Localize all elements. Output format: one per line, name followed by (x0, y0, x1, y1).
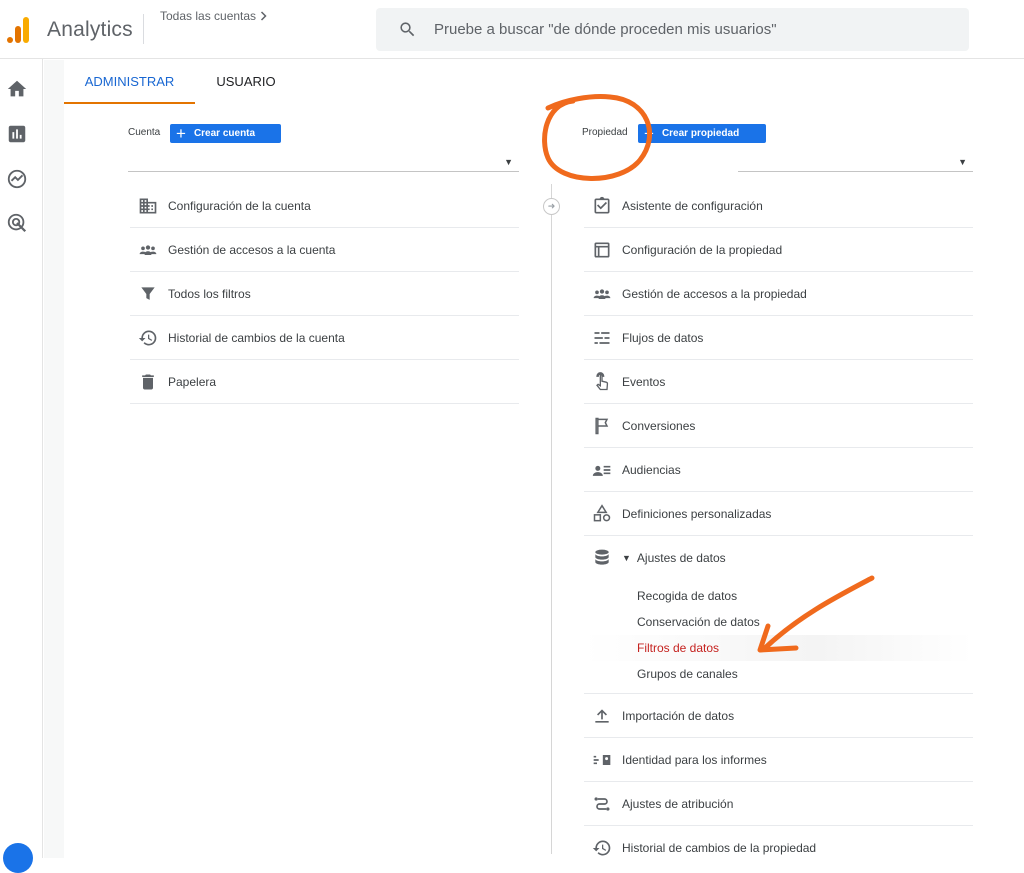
property-settings-item[interactable]: Configuración de la propiedad (584, 228, 973, 272)
account-selector[interactable]: ▼ (128, 152, 519, 172)
people-icon (136, 238, 160, 262)
create-property-button[interactable]: + Crear propiedad (638, 124, 766, 143)
data-settings-item[interactable]: ▼ Ajustes de datos (584, 536, 973, 580)
history-icon (136, 326, 160, 350)
database-icon (590, 546, 614, 570)
plus-icon: + (644, 124, 654, 143)
property-access-label: Gestión de accesos a la propiedad (622, 286, 807, 301)
data-import-item[interactable]: Importación de datos (584, 694, 973, 738)
attribution-settings-item[interactable]: Ajustes de atribución (584, 782, 973, 826)
tab-user[interactable]: USUARIO (195, 60, 297, 104)
data-filters-item[interactable]: Filtros de datos (584, 635, 973, 661)
building-icon (136, 194, 160, 218)
trash-item[interactable]: Papelera (130, 360, 519, 404)
setup-assistant-label: Asistente de configuración (622, 198, 763, 213)
chevron-right-icon (261, 11, 267, 21)
advertising-icon[interactable] (6, 212, 28, 234)
all-filters-label: Todos los filtros (168, 286, 251, 301)
property-history-item[interactable]: Historial de cambios de la propiedad (584, 826, 973, 870)
events-item[interactable]: Eventos (584, 360, 973, 404)
account-settings-label: Configuración de la cuenta (168, 198, 311, 213)
plus-icon: + (176, 124, 186, 143)
filter-icon (136, 282, 160, 306)
account-label: Cuenta (128, 127, 161, 138)
flag-icon (590, 414, 614, 438)
attribution-settings-label: Ajustes de atribución (622, 796, 734, 811)
touch-icon (590, 370, 614, 394)
property-selector[interactable]: ▼ (738, 152, 973, 172)
property-settings-label: Configuración de la propiedad (622, 242, 783, 257)
explore-icon[interactable] (6, 168, 28, 190)
column-divider (551, 184, 552, 854)
property-access-item[interactable]: Gestión de accesos a la propiedad (584, 272, 973, 316)
expand-triangle-icon: ▼ (622, 553, 631, 563)
account-history-label: Historial de cambios de la cuenta (168, 330, 345, 345)
setup-assistant-item[interactable]: Asistente de configuración (584, 184, 973, 228)
dropdown-arrow-icon: ▼ (958, 157, 967, 167)
trash-icon (136, 370, 160, 394)
identity-icon (590, 748, 614, 772)
create-account-button[interactable]: + Crear cuenta (170, 124, 281, 143)
account-history-item[interactable]: Historial de cambios de la cuenta (130, 316, 519, 360)
custom-definitions-label: Definiciones personalizadas (622, 506, 772, 521)
create-account-label: Crear cuenta (193, 128, 256, 139)
data-settings-label-wrap: ▼ Ajustes de datos (622, 551, 726, 565)
data-streams-label: Flujos de datos (622, 330, 704, 345)
audiences-item[interactable]: Audiencias (584, 448, 973, 492)
create-property-label: Crear propiedad (661, 128, 740, 139)
home-icon[interactable] (6, 78, 28, 100)
tab-bar: ADMINISTRAR USUARIO (64, 60, 297, 104)
streams-icon (590, 326, 614, 350)
channel-groups-item[interactable]: Grupos de canales (584, 661, 973, 687)
all-filters-item[interactable]: Todos los filtros (130, 272, 519, 316)
accounts-breadcrumb-label: Todas las cuentas (160, 9, 257, 23)
custom-definitions-item[interactable]: Definiciones personalizadas (584, 492, 973, 536)
analytics-logo-icon[interactable] (6, 16, 30, 44)
audience-icon (590, 458, 614, 482)
data-settings-submenu: Recogida de datos Conservación de datos … (584, 580, 973, 694)
conversions-label: Conversiones (622, 418, 696, 433)
search-bar[interactable] (376, 8, 969, 51)
account-settings-item[interactable]: Configuración de la cuenta (130, 184, 519, 228)
people-icon (590, 282, 614, 306)
account-settings-list: Configuración de la cuenta Gestión de ac… (130, 184, 519, 404)
top-bar: Analytics Todas las cuentas (0, 0, 1024, 59)
conversions-item[interactable]: Conversiones (584, 404, 973, 448)
accounts-breadcrumb[interactable]: Todas las cuentas (160, 9, 268, 23)
property-label: Propiedad (582, 127, 628, 138)
history-icon (590, 836, 614, 860)
layout-icon (590, 238, 614, 262)
data-collection-item[interactable]: Recogida de datos (584, 583, 973, 609)
checklist-icon (590, 194, 614, 218)
dropdown-arrow-icon: ▼ (504, 157, 513, 167)
arrow-right-icon: ➜ (543, 198, 560, 215)
events-label: Eventos (622, 374, 666, 389)
data-settings-label: Ajustes de datos (636, 551, 726, 565)
property-settings-list: Asistente de configuración Configuración… (584, 184, 973, 870)
search-icon (400, 22, 415, 37)
left-nav (0, 59, 43, 858)
trash-label: Papelera (168, 374, 217, 389)
search-input[interactable] (434, 8, 954, 51)
account-access-item[interactable]: Gestión de accesos a la cuenta (130, 228, 519, 272)
admin-gear-icon[interactable] (3, 843, 33, 873)
shapes-icon (590, 502, 614, 526)
upload-icon (590, 704, 614, 728)
data-retention-item[interactable]: Conservación de datos (584, 609, 973, 635)
data-streams-item[interactable]: Flujos de datos (584, 316, 973, 360)
data-import-label: Importación de datos (622, 708, 735, 723)
property-history-label: Historial de cambios de la propiedad (622, 841, 817, 855)
reports-icon[interactable] (6, 123, 28, 145)
app-title: Analytics (47, 18, 133, 41)
audiences-label: Audiencias (622, 462, 681, 477)
header-divider (143, 14, 144, 44)
tab-admin[interactable]: ADMINISTRAR (64, 60, 195, 104)
reporting-identity-label: Identidad para los informes (622, 752, 767, 767)
reporting-identity-item[interactable]: Identidad para los informes (584, 738, 973, 782)
attribution-icon (590, 792, 614, 816)
account-access-label: Gestión de accesos a la cuenta (168, 242, 336, 257)
